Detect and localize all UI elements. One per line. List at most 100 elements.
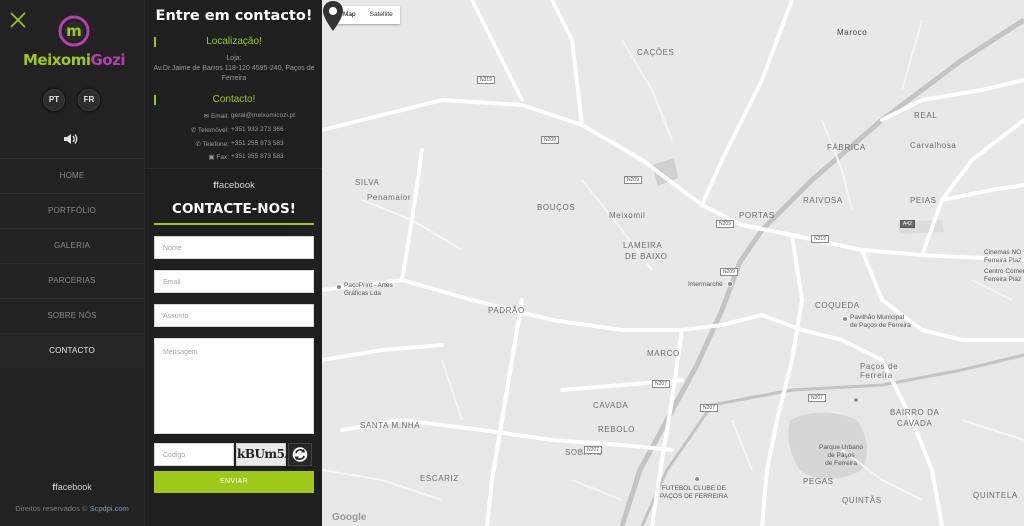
poi-marker[interactable] [853, 397, 859, 403]
mobile-value: +351 933 273 366 [231, 126, 284, 133]
road-shield: A42 [900, 220, 915, 228]
language-pt-button[interactable]: PT [43, 89, 65, 111]
form-title-underline [154, 223, 314, 225]
place-label: SILVA [355, 178, 380, 187]
email-input[interactable]: Email [154, 270, 314, 293]
poi-marker[interactable] [336, 284, 342, 290]
poi-marker[interactable] [694, 476, 700, 482]
poi-label[interactable]: PaçoPrint - Artes Gráficas Lda [344, 282, 393, 298]
main-nav: HOME PORTFÓLIO GALERIA PARCERIAS SOBRE N… [0, 158, 144, 368]
place-label: MARCO [647, 349, 680, 358]
poi-label[interactable]: Pavilhão Municipal de Paços de Ferreira [850, 314, 911, 330]
contact-panel: Entre em contacto! Localização! Loja: Av… [144, 0, 323, 526]
brand-name: MeixomiGozi [23, 51, 125, 69]
road-shield: N209 [720, 268, 738, 276]
divider [145, 168, 323, 169]
poi-marker[interactable] [727, 281, 733, 287]
phone-icon: ✆ [190, 127, 198, 134]
phone-icon: ✆ [195, 141, 203, 148]
fax-value: +351 255 873 583 [231, 153, 284, 160]
email-label: ✉ Email: [203, 113, 229, 120]
place-label: FÁBRICA [827, 143, 866, 152]
road-shield: N319 [477, 76, 495, 84]
sidebar-facebook-link[interactable]: ffacebook [0, 482, 144, 492]
copyright: Direitos reservados © Scpdpi.com [0, 504, 144, 513]
fax-label: ▣ Fax: [208, 154, 229, 161]
place-label: Paços de [860, 362, 899, 371]
panel-facebook-label: facebook [216, 180, 255, 191]
place-label: Meixomil [609, 211, 646, 220]
nav-home[interactable]: HOME [0, 158, 144, 193]
place-label: LAMEIRA [623, 241, 663, 250]
poi-label[interactable]: FUTEBOL CLUBE DE PAÇOS DE FERREIRA [660, 485, 728, 501]
place-label: Maroco [837, 28, 868, 37]
place-label: CAÇÕES [637, 48, 675, 57]
nav-sobre-nos[interactable]: SOBRE NÓS [0, 298, 144, 333]
nav-contacto[interactable]: CONTACTO [0, 333, 144, 368]
panel-facebook-link[interactable]: ffacebook [145, 180, 323, 191]
place-label: QUINTELA [973, 491, 1018, 500]
place-label: DE BAIXO [625, 252, 668, 261]
code-input[interactable]: Código [154, 443, 234, 466]
place-label: ESCARIZ [420, 474, 459, 483]
map-roads [322, 0, 1024, 526]
place-label: BOUÇOS [537, 203, 576, 212]
phone-value: +351 255 873 583 [231, 140, 284, 147]
road-shield: N209 [716, 220, 734, 228]
email-value[interactable]: geral@meixomicozi.pt [231, 112, 295, 119]
road-shield: N209 [624, 176, 642, 184]
language-fr-button[interactable]: FR [78, 89, 100, 111]
google-logo: Google [332, 512, 367, 523]
map-type-control: Map Satellite [336, 6, 400, 24]
place-label: PEIAS [910, 196, 937, 205]
place-label: PORTAS [739, 211, 775, 220]
rights-text: Direitos reservados © [15, 504, 88, 513]
panel-title: Entre em contacto! [155, 8, 313, 24]
subject-input[interactable]: Assunto [154, 304, 314, 327]
logo[interactable]: m MeixomiGozi [22, 15, 126, 71]
poi-marker[interactable] [842, 316, 848, 322]
poi-label[interactable]: Cinemas NO Ferreira Plaz [984, 249, 1021, 265]
refresh-captcha-icon[interactable] [288, 443, 312, 466]
road-shield: N207 [808, 394, 826, 402]
send-button[interactable]: ENVIAR [154, 471, 314, 493]
location-pin-icon[interactable] [322, 0, 344, 32]
nav-galeria[interactable]: GALERIA [0, 228, 144, 263]
place-label: RAIVOSA [803, 196, 843, 205]
rights-link[interactable]: Scpdpi.com [90, 504, 129, 513]
place-label: CAVADA [897, 419, 933, 428]
place-label: REBOLO [598, 425, 635, 434]
location-line1: Loja: [226, 55, 242, 62]
place-label: REAL [914, 111, 938, 120]
place-label: Penamaior [367, 193, 412, 202]
road-shield: N209 [541, 136, 559, 144]
map[interactable]: Map Satellite CAÇÕES Maroco REAL FÁBRICA… [322, 0, 1024, 526]
nav-portfolio[interactable]: PORTFÓLIO [0, 193, 144, 228]
contact-title: Contacto! [212, 94, 256, 105]
place-label: QUINTÃS [842, 496, 882, 505]
phone-label: ✆ Telefone: [195, 141, 229, 148]
sidebar-facebook-label: facebook [55, 482, 92, 492]
mobile-label: ✆ Telemóvel: [190, 127, 229, 134]
satellite-button[interactable]: Satellite [363, 6, 400, 24]
poi-label[interactable]: Intermarché [688, 281, 723, 289]
poi-label[interactable]: Centro Comer Ferreira Plaz [984, 268, 1024, 284]
place-label: BAIRRO DA [890, 408, 940, 417]
svg-text:m: m [66, 22, 82, 40]
road-shield: N207 [652, 380, 670, 388]
poi-label[interactable]: Parque Urbano de Paços de Ferreira [819, 444, 863, 468]
place-label: CAVADA [593, 401, 629, 410]
place-label: PADRÃO [488, 306, 525, 315]
sidebar: m MeixomiGozi PT FR HOME PORTFÓLIO GALER… [0, 0, 144, 526]
name-input[interactable]: Nome [154, 236, 314, 259]
road-shield: N207 [584, 446, 602, 454]
sound-icon[interactable] [63, 132, 79, 146]
location-title: Localização! [206, 36, 262, 47]
captcha-image: kBUm5A [236, 443, 294, 466]
place-label: SANTA M.NHA [360, 421, 421, 430]
place-label: COQUEDA [815, 301, 860, 310]
message-textarea[interactable]: Mensagem [154, 338, 314, 434]
place-label: Ferreira [860, 371, 893, 380]
nav-parcerias[interactable]: PARCERIAS [0, 263, 144, 298]
road-shield: N319 [811, 235, 829, 243]
